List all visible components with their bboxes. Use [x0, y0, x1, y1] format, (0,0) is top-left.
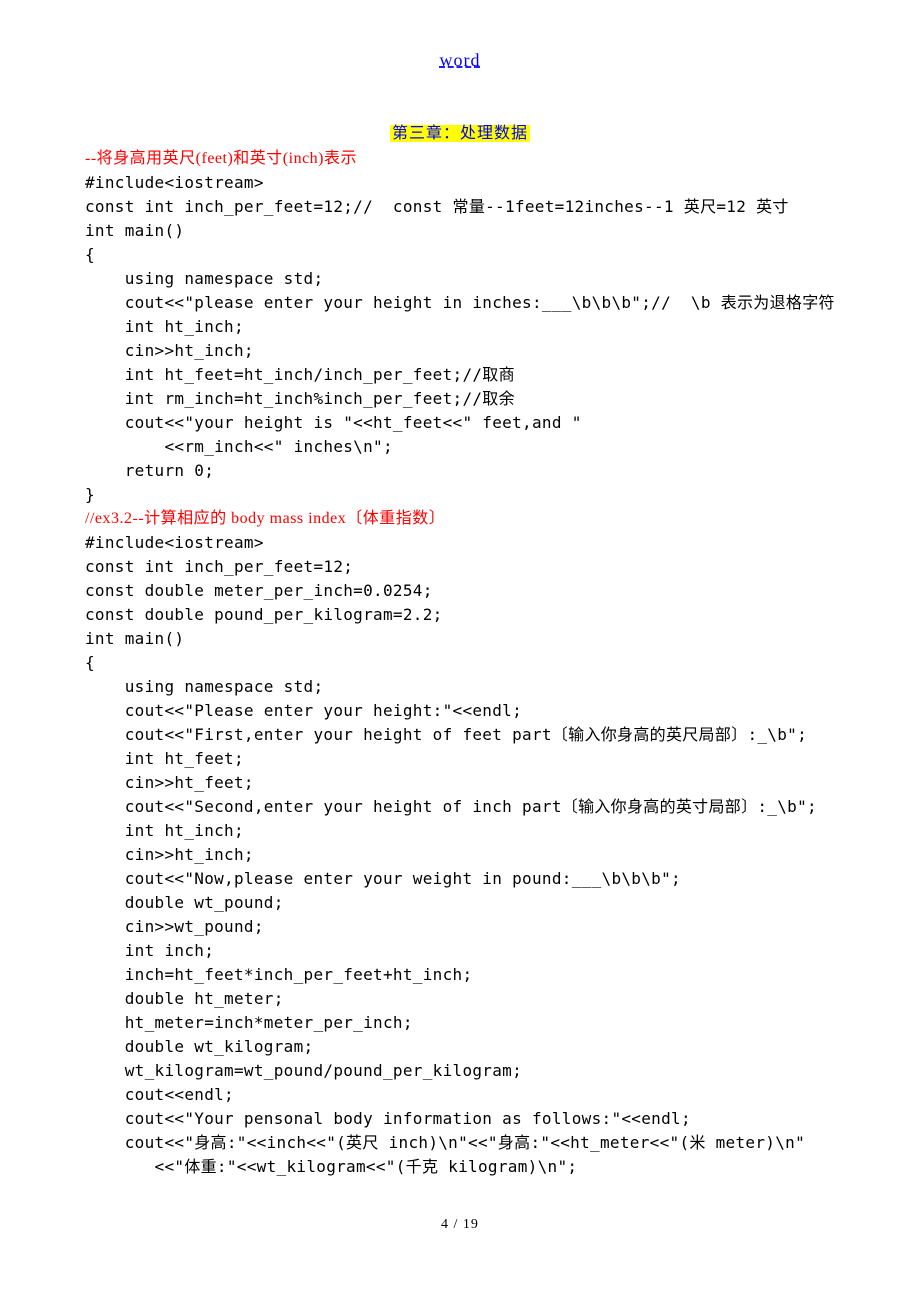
- code-line: int ht_feet=ht_inch/inch_per_feet;//取商: [85, 363, 835, 387]
- code-line: {: [85, 651, 835, 675]
- code-line: using namespace std;: [85, 675, 835, 699]
- code-line: using namespace std;: [85, 267, 835, 291]
- code-line: cout<<"Second,enter your height of inch …: [85, 795, 835, 819]
- code-line: cout<<"身高:"<<inch<<"(英尺 inch)\n"<<"身高:"<…: [85, 1131, 835, 1155]
- code-line: const int inch_per_feet=12;: [85, 555, 835, 579]
- chapter-title: 第三章：处理数据: [390, 125, 530, 142]
- code-line: cout<<"Now,please enter your weight in p…: [85, 867, 835, 891]
- code-line: {: [85, 243, 835, 267]
- code-line: int ht_feet;: [85, 747, 835, 771]
- code-line: #include<iostream>: [85, 171, 835, 195]
- document-page: word 第三章：处理数据 --将身高用英尺(feet)和英寸(inch)表示 …: [0, 0, 920, 1273]
- code-line: }: [85, 483, 835, 507]
- code-line: <<rm_inch<<" inches\n";: [85, 435, 835, 459]
- code-line: wt_kilogram=wt_pound/pound_per_kilogram;: [85, 1059, 835, 1083]
- code-line: inch=ht_feet*inch_per_feet+ht_inch;: [85, 963, 835, 987]
- code-line: cin>>ht_inch;: [85, 339, 835, 363]
- code-line: const double meter_per_inch=0.0254;: [85, 579, 835, 603]
- code-line: return 0;: [85, 459, 835, 483]
- code-line: int ht_inch;: [85, 819, 835, 843]
- chapter-title-container: 第三章：处理数据: [85, 119, 835, 143]
- page-footer: 4 / 19: [85, 1217, 835, 1233]
- code-line: ht_meter=inch*meter_per_inch;: [85, 1011, 835, 1035]
- code-line: cout<<endl;: [85, 1083, 835, 1107]
- code-line: cout<<"please enter your height in inche…: [85, 291, 835, 315]
- code-line: int ht_inch;: [85, 315, 835, 339]
- code-line: double ht_meter;: [85, 987, 835, 1011]
- code-line: int main(): [85, 219, 835, 243]
- section2-title: //ex3.2--计算相应的 body mass index〔体重指数〕: [85, 507, 835, 531]
- header-link[interactable]: word: [440, 50, 481, 70]
- code-line: int main(): [85, 627, 835, 651]
- code-line: cin>>wt_pound;: [85, 915, 835, 939]
- section1-title: --将身高用英尺(feet)和英寸(inch)表示: [85, 147, 835, 171]
- code-line: cout<<"Please enter your height:"<<endl;: [85, 699, 835, 723]
- code-line: double wt_kilogram;: [85, 1035, 835, 1059]
- code-line: cin>>ht_inch;: [85, 843, 835, 867]
- code-line: cout<<"your height is "<<ht_feet<<" feet…: [85, 411, 835, 435]
- page-number: 4 / 19: [441, 1217, 479, 1232]
- code-line: cin>>ht_feet;: [85, 771, 835, 795]
- code-line: const int inch_per_feet=12;// const 常量--…: [85, 195, 835, 219]
- code-line: int inch;: [85, 939, 835, 963]
- code-line: int rm_inch=ht_inch%inch_per_feet;//取余: [85, 387, 835, 411]
- header-link-container: word: [85, 50, 835, 71]
- code-line: const double pound_per_kilogram=2.2;: [85, 603, 835, 627]
- code-line: #include<iostream>: [85, 531, 835, 555]
- code-line: cout<<"Your pensonal body information as…: [85, 1107, 835, 1131]
- code-line: <<"体重:"<<wt_kilogram<<"(千克 kilogram)\n";: [85, 1155, 835, 1179]
- code-line: double wt_pound;: [85, 891, 835, 915]
- code-line: cout<<"First,enter your height of feet p…: [85, 723, 835, 747]
